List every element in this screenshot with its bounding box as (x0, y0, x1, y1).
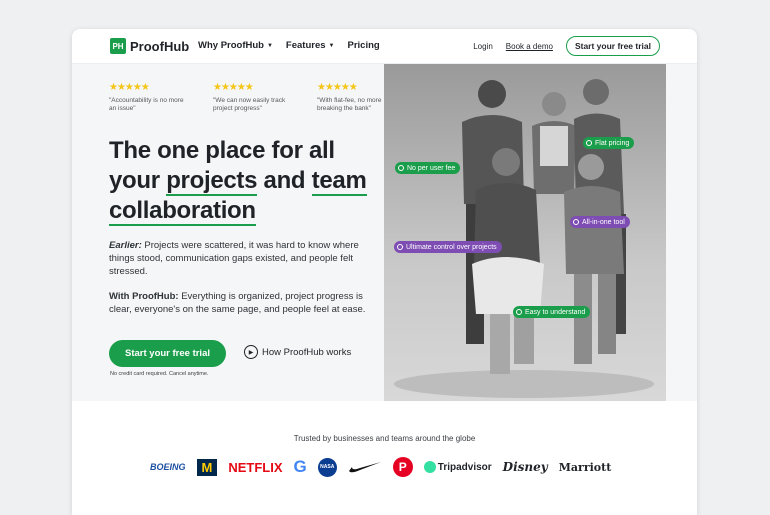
with-proofhub-paragraph: With ProofHub: Everything is organized, … (109, 290, 384, 316)
tag-label: Ultimate control over projects (406, 243, 497, 251)
circle-icon (573, 219, 579, 225)
tag-label: Flat pricing (595, 139, 630, 147)
reviews: ★★★★★ "Accountability is no more an issu… (109, 83, 397, 113)
circle-icon (398, 165, 404, 171)
with-label: With ProofHub: (109, 291, 179, 302)
team-photo: No per user fee Flat pricing All-in-one … (384, 64, 666, 401)
tripadvisor-wordmark: Tripadvisor (437, 461, 492, 473)
review-quote: "Accountability is no more an issue" (109, 97, 184, 112)
google-logo: G (293, 457, 307, 476)
menu-label: Why ProofHub (198, 40, 264, 51)
hero-heading: The one place for all your projects and … (109, 136, 384, 226)
hero-section: ★★★★★ "Accountability is no more an issu… (72, 64, 697, 401)
nasa-logo: NASA (317, 457, 337, 477)
menu-label: Pricing (347, 40, 380, 51)
pinterest-logo: P (392, 457, 413, 477)
menu-features[interactable]: Features ▼ (286, 40, 335, 51)
earlier-text: Projects were scattered, it was hard to … (109, 240, 359, 277)
tag-no-per-user-fee: No per user fee (395, 162, 461, 174)
tripadvisor-logo: Tripadvisor (423, 461, 492, 473)
star-rating-icon: ★★★★★ (213, 82, 254, 93)
logo-text: ProofHub (130, 38, 190, 54)
tag-ultimate-control: Ultimate control over projects (394, 241, 502, 253)
nav-trial-button[interactable]: Start your free trial (565, 36, 660, 56)
review-card: ★★★★★ "Accountability is no more an issu… (109, 83, 189, 113)
nav-right: Login Book a demo Start your free trial (473, 36, 660, 56)
marriott-logo: Marriott (558, 460, 612, 474)
disney-logo: Disney (502, 460, 548, 474)
team-photo-illustration (394, 79, 654, 398)
boeing-logo: BOEING (150, 462, 186, 472)
tag-label: No per user fee (407, 164, 456, 172)
how-it-works-link[interactable]: ▶ How ProofHub works (244, 345, 351, 359)
netflix-logo: NETFLIX (228, 459, 283, 475)
circle-icon (397, 244, 403, 250)
play-icon: ▶ (244, 345, 258, 359)
chevron-down-icon: ▼ (328, 42, 335, 49)
menu-why-proofhub[interactable]: Why ProofHub ▼ (198, 40, 273, 51)
star-rating-icon: ★★★★★ (109, 82, 150, 93)
tripadvisor-owl-icon (423, 461, 436, 473)
heading-text: and (257, 167, 312, 194)
tag-all-in-one-tool: All-in-one tool (570, 216, 630, 228)
earlier-label: Earlier: (109, 240, 142, 251)
nike-swoosh-logo (348, 462, 381, 473)
hero-trial-button[interactable]: Start your free trial (109, 340, 226, 367)
logo-mark: PH (110, 38, 126, 54)
chevron-down-icon: ▼ (266, 42, 273, 49)
how-label: How ProofHub works (262, 346, 352, 358)
browser-page: PH ProofHub Why ProofHub ▼ Features ▼ Pric… (72, 29, 697, 515)
menu-label: Features (285, 40, 326, 51)
no-credit-card-note: No credit card required. Cancel anytime. (110, 371, 209, 377)
trusted-heading: Trusted by businesses and teams around t… (293, 434, 476, 443)
tag-label: All-in-one tool (582, 218, 625, 226)
menu-pricing[interactable]: Pricing (347, 40, 379, 51)
earlier-paragraph: Earlier: Projects were scattered, it was… (109, 239, 384, 278)
circle-icon (586, 140, 592, 146)
tag-label: Easy to understand (525, 308, 586, 316)
main-menu: Why ProofHub ▼ Features ▼ Pricing (198, 40, 380, 51)
review-quote: "We can now easily track project progres… (213, 97, 286, 112)
top-nav: PH ProofHub Why ProofHub ▼ Features ▼ Pric… (72, 29, 697, 64)
review-card: ★★★★★ "We can now easily track project p… (213, 83, 293, 113)
login-link[interactable]: Login (473, 42, 493, 51)
tag-flat-pricing: Flat pricing (583, 137, 635, 149)
tag-easy-to-understand: Easy to understand (513, 306, 591, 318)
circle-icon (516, 309, 522, 315)
heading-underlined: projects (166, 167, 258, 196)
michigan-logo: M (196, 458, 218, 476)
client-logos: BOEING M NETFLIX G NASA P Tripadvisor Di… (150, 457, 611, 477)
proofhub-logo[interactable]: PH ProofHub (110, 38, 189, 54)
book-demo-link[interactable]: Book a demo (506, 42, 553, 51)
